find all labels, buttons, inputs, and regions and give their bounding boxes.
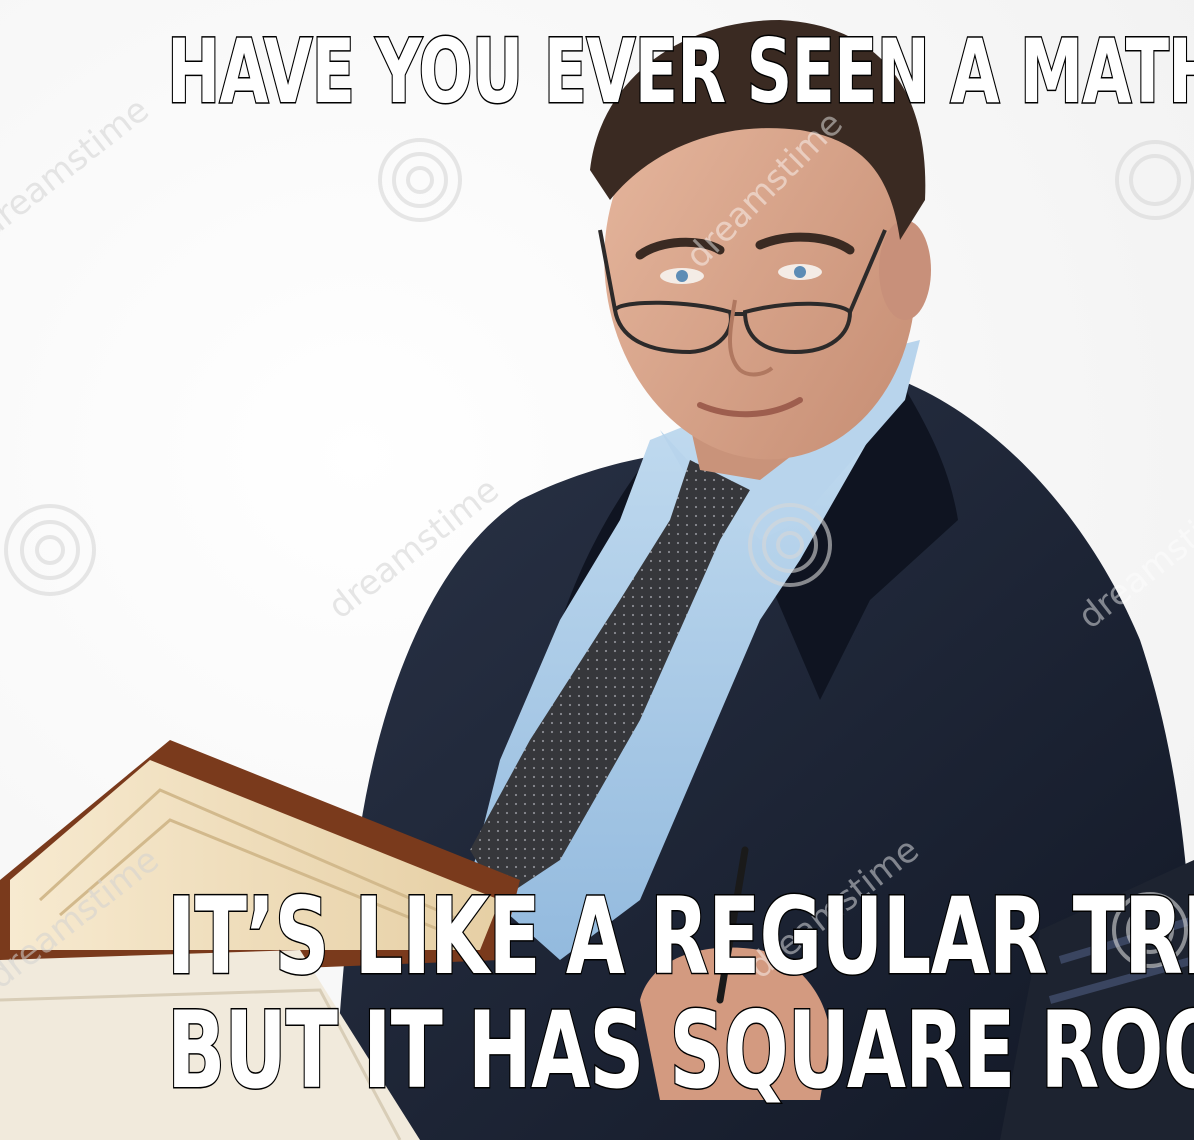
meme-bottom-line-1: IT’S LIKE A REGULAR TREE, [166, 875, 1194, 998]
ear [879, 220, 931, 320]
meme-bottom-caption: IT’S LIKE A REGULAR TREE, BUT IT HAS SQU… [166, 875, 1194, 1113]
meme-top-caption: HAVE YOU EVER SEEN A MATH TREE? [166, 20, 1194, 123]
meme-image: dreamstime dreamstime dreamstime dreamst… [0, 0, 1194, 1140]
meme-bottom-line-2: BUT IT HAS SQUARE ROOTS [166, 989, 1194, 1113]
